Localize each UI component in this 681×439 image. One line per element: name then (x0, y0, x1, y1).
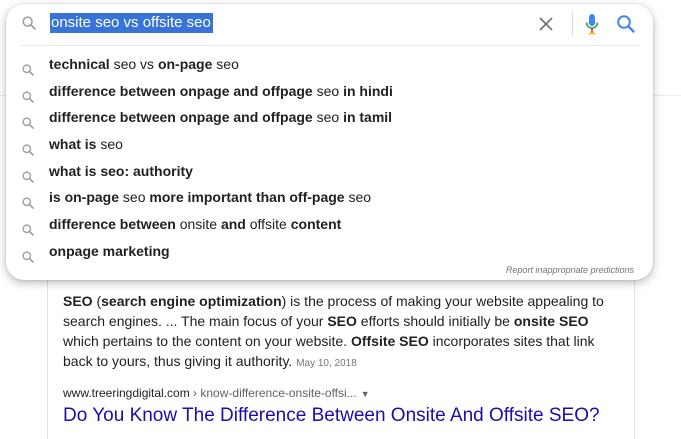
report-predictions-link[interactable]: Report inappropriate predictions (506, 265, 634, 275)
suggestion-text: onpage marketing (49, 238, 170, 264)
search-autocomplete-popup: onsite seo vs offsite seo technical seo … (6, 4, 653, 280)
suggestion-bold-part: in hindi (343, 82, 393, 99)
suggestion-bold-part: difference between (49, 216, 176, 233)
suggestion-item[interactable]: difference between onsite and offsite co… (6, 211, 653, 238)
snippet-bold-part: Offsite SEO (350, 333, 429, 349)
suggestion-text: is on-page seo more important than off-p… (49, 184, 371, 210)
suggestion-text: technical seo vs on-page seo (49, 51, 239, 77)
suggestion-bold-part: what is (49, 136, 97, 153)
suggestion-bold-part: technical (49, 56, 110, 72)
search-submit-icon[interactable] (616, 14, 636, 34)
suggestion-plain-part: seo (119, 189, 150, 206)
suggestion-text: difference between onsite and offsite co… (49, 211, 341, 237)
suggestion-plain-part: offsite (245, 216, 291, 233)
suggestion-item[interactable]: what is seo (6, 131, 653, 158)
suggestion-item[interactable]: technical seo vs on-page seo (6, 51, 653, 78)
suggestion-bold-part: and (220, 216, 246, 233)
suggestion-item[interactable]: is on-page seo more important than off-p… (6, 184, 653, 211)
search-icon (22, 58, 34, 76)
snippet-bold-part: SEO (63, 293, 93, 309)
search-icon (22, 85, 34, 103)
suggestion-plain-part: onsite (175, 216, 221, 233)
result-url-path: › know-difference-onsite-offsi... (189, 386, 357, 400)
suggestion-bold-part: what is seo: authority (49, 162, 193, 179)
search-icon (22, 16, 36, 30)
toolbar-divider (572, 12, 573, 36)
close-icon[interactable] (538, 16, 554, 32)
snippet-bold-part: onsite SEO (513, 313, 589, 329)
search-input[interactable]: onsite seo vs offsite seo (50, 13, 213, 33)
search-icon (22, 138, 34, 156)
result-url[interactable]: www.treeringdigital.com › know-differenc… (63, 386, 370, 400)
suggestion-plain-part: seo (212, 56, 239, 72)
result-url-domain: www.treeringdigital.com (63, 386, 190, 400)
search-bar: onsite seo vs offsite seo (6, 4, 653, 44)
suggestion-list: technical seo vs on-page seo difference b… (6, 51, 653, 265)
result-snippet: SEO (search engine optimization) is the … (63, 291, 623, 374)
suggestion-plain-part: seo (96, 136, 123, 153)
snippet-bold-part: search engine optimization (101, 293, 282, 309)
suggestion-text: difference between onpage and offpage se… (49, 104, 392, 130)
snippet-date: May 10, 2018 (296, 358, 357, 369)
search-icon (22, 111, 34, 130)
suggestion-bold-part: difference between onpage and offpage (49, 82, 313, 99)
suggestion-bold-part: in tamil (343, 109, 393, 126)
search-icon (22, 191, 34, 210)
search-icon (22, 245, 34, 263)
suggestion-text: what is seo: authority (49, 158, 193, 184)
search-icon (22, 165, 34, 183)
suggestion-bold-part: content (290, 216, 342, 233)
microphone-icon[interactable] (585, 13, 599, 35)
search-divider (20, 45, 639, 46)
suggestion-item[interactable]: onpage marketing (6, 238, 653, 265)
suggestion-item[interactable]: difference between onpage and offpage se… (6, 78, 653, 105)
suggestion-plain-part: seo (344, 189, 372, 206)
snippet-bold-part: SEO (327, 313, 357, 329)
suggestion-bold-part: difference between onpage and offpage (49, 109, 313, 126)
suggestion-plain-part: seo (312, 82, 344, 99)
suggestion-bold-part: onpage marketing (49, 242, 170, 259)
snippet-plain-part: ( (92, 293, 102, 309)
search-icon (22, 218, 34, 236)
suggestion-plain-part: seo vs (109, 56, 158, 72)
suggestion-item[interactable]: difference between onpage and offpage se… (6, 104, 653, 131)
suggestion-plain-part: seo (312, 109, 344, 126)
suggestion-text: difference between onpage and offpage se… (49, 78, 393, 104)
result-title-link[interactable]: Do You Know The Difference Between Onsit… (63, 405, 600, 427)
suggestion-text: what is seo (49, 131, 123, 157)
snippet-plain-part: which pertains to the content on your we… (63, 333, 351, 349)
suggestion-bold-part: is on-page (49, 189, 120, 206)
suggestion-bold-part: more important than off-page (149, 189, 345, 206)
snippet-plain-part: efforts should initially be (356, 313, 514, 329)
url-options-caret[interactable]: ▼ (361, 389, 370, 399)
suggestion-bold-part: on-page (157, 56, 213, 72)
suggestion-item[interactable]: what is seo: authority (6, 158, 653, 185)
